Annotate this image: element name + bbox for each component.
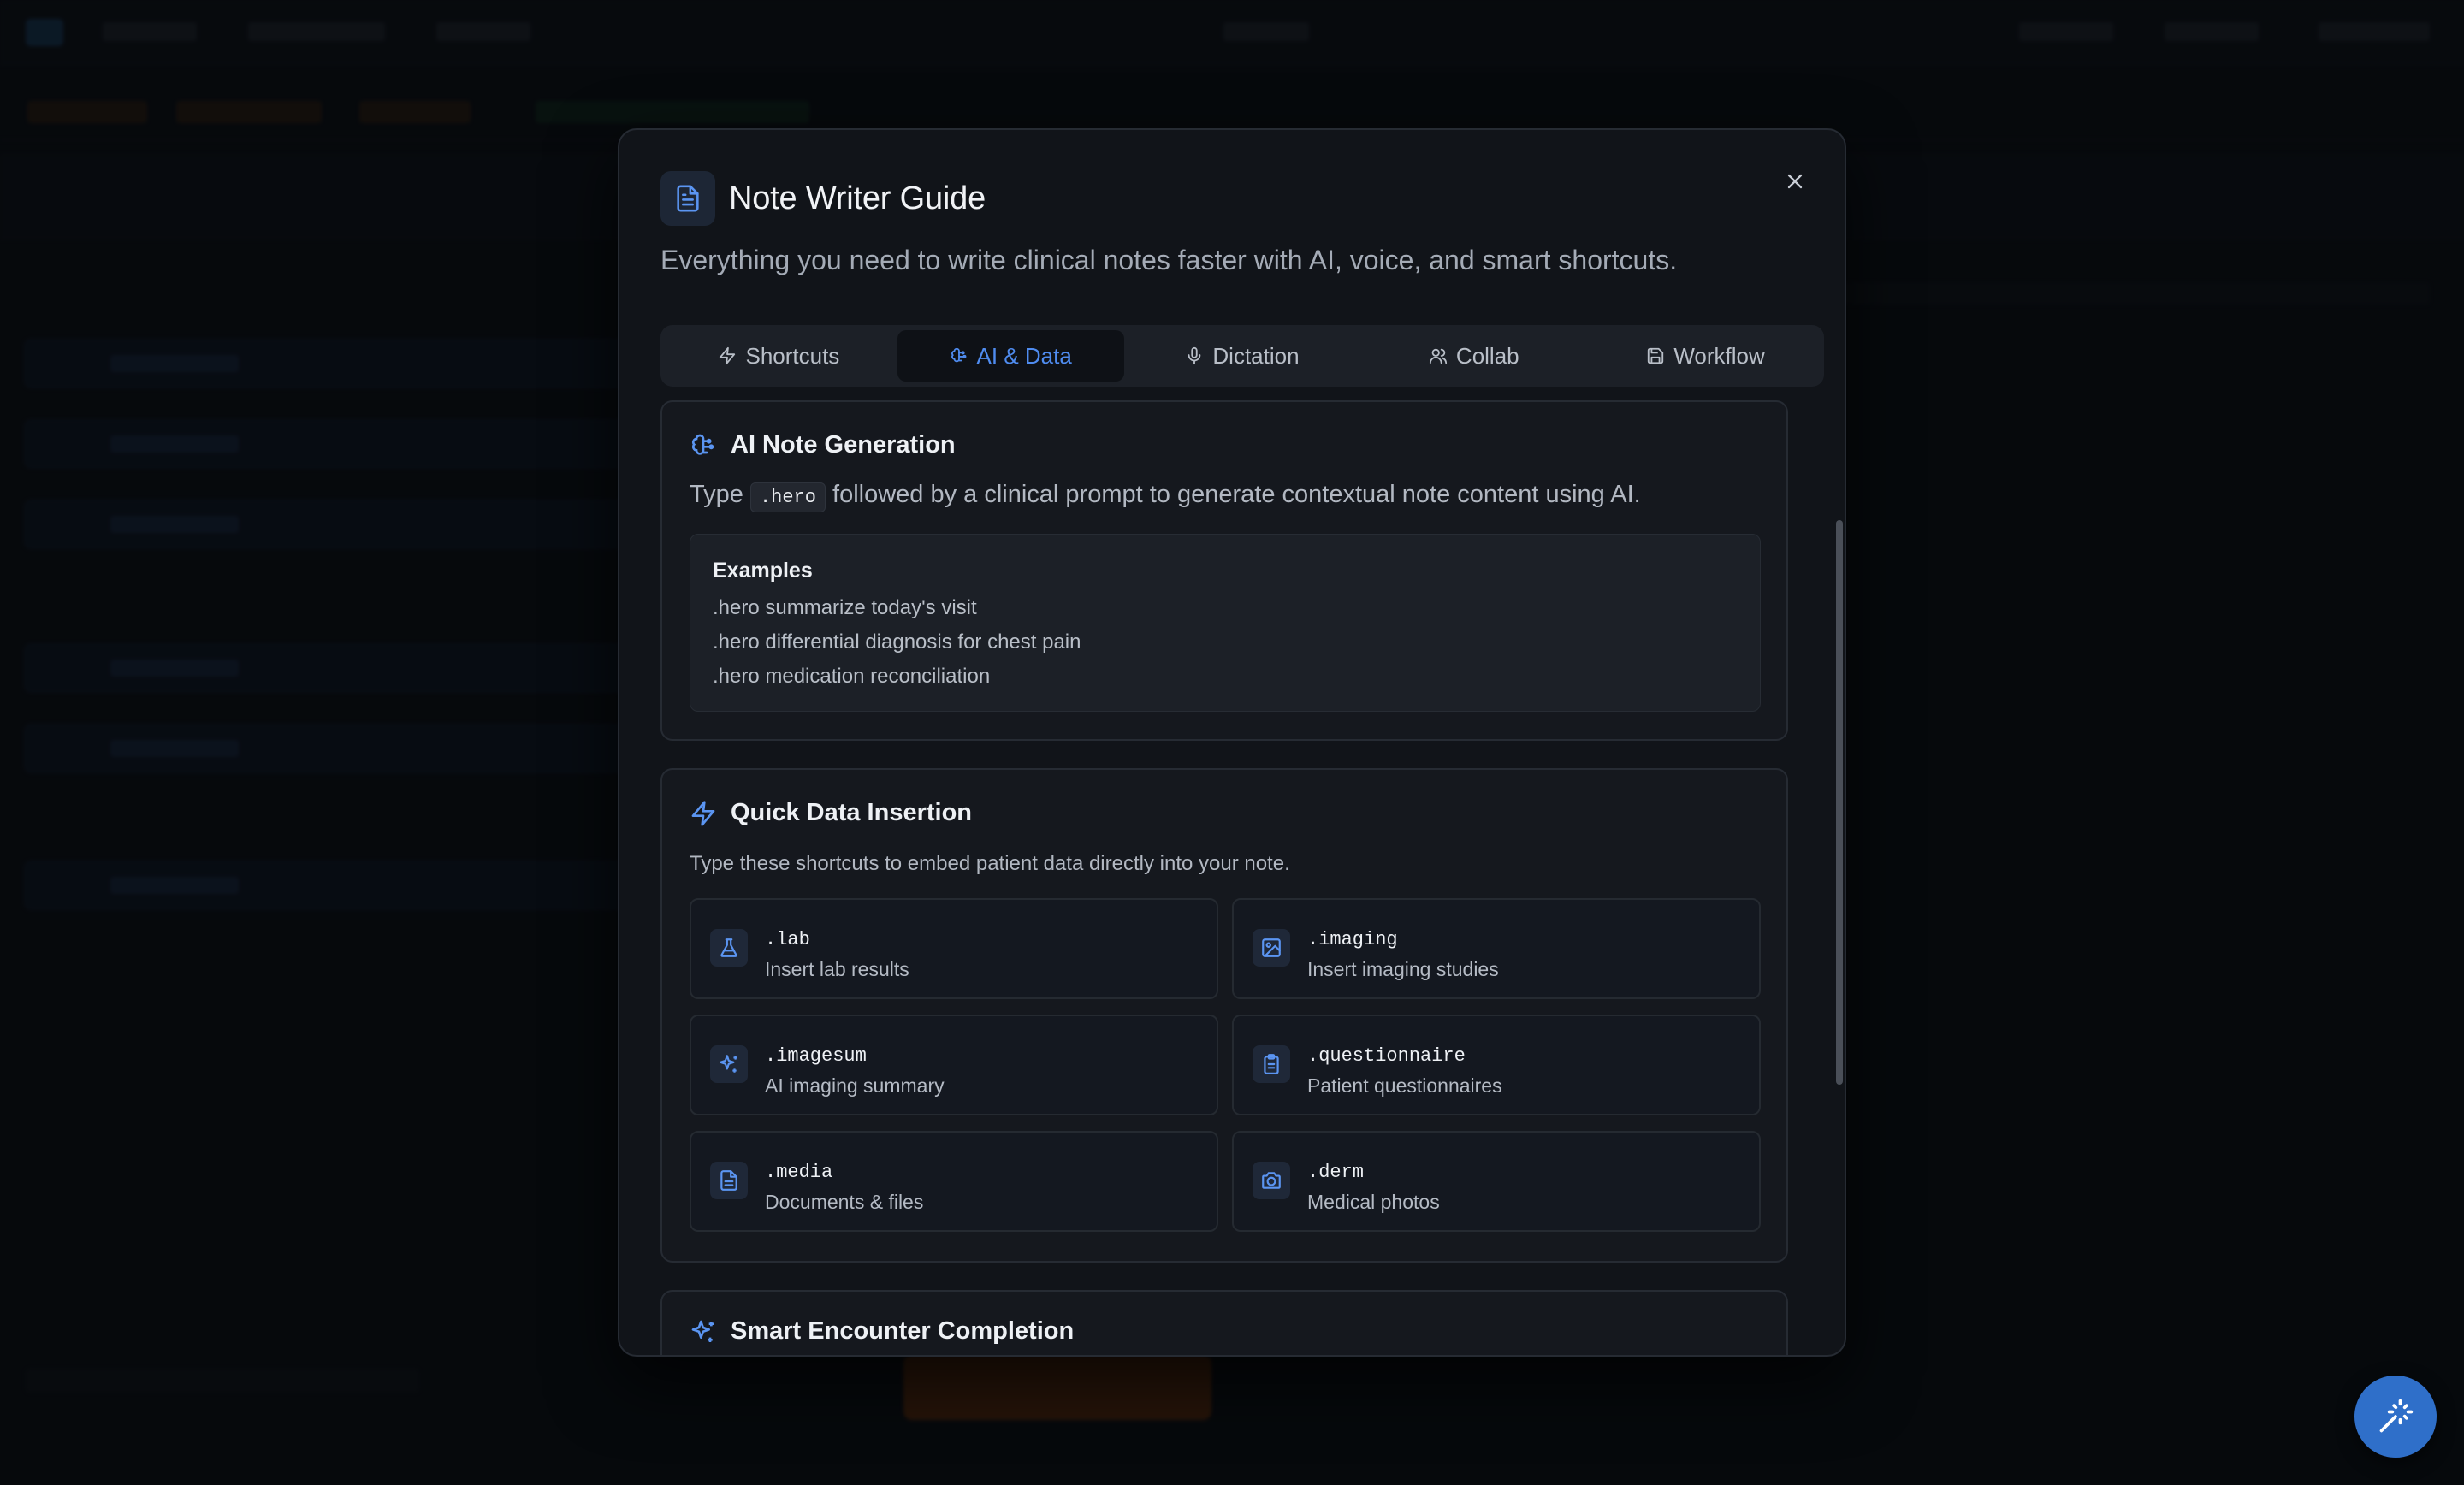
scrollbar-thumb[interactable] bbox=[1836, 520, 1843, 1085]
shortcut-label: Insert lab results bbox=[765, 958, 909, 980]
desc-suffix: followed by a clinical prompt to generat… bbox=[832, 481, 1641, 508]
modal-subtitle: Everything you need to write clinical no… bbox=[660, 245, 1678, 275]
quick-data-insertion-card: Quick Data Insertion Type these shortcut… bbox=[660, 768, 1788, 1263]
tab-collab[interactable]: Collab bbox=[1360, 330, 1587, 382]
tab-label: Workflow bbox=[1673, 342, 1765, 369]
shortcut-code: .questionnaire bbox=[1307, 1045, 1466, 1067]
magic-wand-button[interactable] bbox=[2354, 1376, 2437, 1458]
modal-title: Note Writer Guide bbox=[729, 180, 986, 216]
shortcut-code: .media bbox=[765, 1162, 833, 1183]
shortcut-label: Patient questionnaires bbox=[1307, 1074, 1502, 1097]
document-icon bbox=[660, 171, 715, 226]
examples-title: Examples bbox=[713, 559, 813, 583]
tab-dictation[interactable]: Dictation bbox=[1129, 330, 1356, 382]
tab-workflow[interactable]: Workflow bbox=[1592, 330, 1819, 382]
ai-card-description: Type .hero followed by a clinical prompt… bbox=[690, 481, 1641, 512]
example-item: .hero medication reconciliation bbox=[713, 665, 991, 688]
guide-content: AI Note Generation Type .hero followed b… bbox=[660, 400, 1807, 1355]
flask-icon bbox=[710, 929, 748, 967]
card-title: AI Note Generation bbox=[690, 431, 956, 459]
shortcut-code: .lab bbox=[765, 929, 810, 950]
shortcut-derm[interactable]: .derm Medical photos bbox=[1232, 1131, 1761, 1232]
tab-label: Collab bbox=[1455, 342, 1519, 369]
data-card-description: Type these shortcuts to embed patient da… bbox=[690, 852, 1290, 875]
shortcut-label: Insert imaging studies bbox=[1307, 958, 1499, 980]
example-item: .hero differential diagnosis for chest p… bbox=[713, 630, 1081, 654]
camera-icon bbox=[1253, 1162, 1290, 1199]
tab-label: Shortcuts bbox=[745, 342, 840, 369]
tab-label: AI & Data bbox=[976, 342, 1072, 369]
document-icon bbox=[710, 1162, 748, 1199]
shortcut-lab[interactable]: .lab Insert lab results bbox=[690, 898, 1218, 999]
shortcut-media[interactable]: .media Documents & files bbox=[690, 1131, 1218, 1232]
shortcut-label: AI imaging summary bbox=[765, 1074, 945, 1097]
lightning-icon bbox=[720, 346, 736, 365]
shortcut-imagesum[interactable]: .imagesum AI imaging summary bbox=[690, 1015, 1218, 1115]
lightning-icon bbox=[691, 800, 715, 826]
hero-command-code: .hero bbox=[749, 482, 826, 512]
card-title: Smart Encounter Completion bbox=[690, 1317, 1074, 1346]
shortcut-imaging[interactable]: .imaging Insert imaging studies bbox=[1232, 898, 1761, 999]
shortcut-label: Documents & files bbox=[765, 1191, 924, 1213]
clipboard-icon bbox=[1253, 1045, 1290, 1083]
shortcut-code: .derm bbox=[1307, 1162, 1365, 1183]
sparkles-icon bbox=[691, 1320, 714, 1342]
modal-scrollbar[interactable] bbox=[1834, 392, 1845, 1341]
data-card-title: Quick Data Insertion bbox=[731, 799, 973, 826]
modal-header: Note Writer Guide Everything you need to… bbox=[660, 171, 1804, 276]
note-writer-guide-modal: Note Writer Guide Everything you need to… bbox=[618, 128, 1846, 1357]
ai-card-title: AI Note Generation bbox=[731, 431, 956, 459]
card-title: Quick Data Insertion bbox=[690, 799, 972, 827]
shortcut-code: .imagesum bbox=[765, 1045, 867, 1067]
image-icon bbox=[1253, 929, 1290, 967]
save-icon bbox=[1648, 347, 1664, 364]
encounter-card-title: Smart Encounter Completion bbox=[731, 1317, 1075, 1345]
sparkles-icon bbox=[710, 1045, 748, 1083]
example-item: .hero summarize today's visit bbox=[713, 596, 977, 619]
users-icon bbox=[1429, 348, 1448, 364]
ai-note-generation-card: AI Note Generation Type .hero followed b… bbox=[660, 400, 1788, 741]
tab-label: Dictation bbox=[1212, 342, 1300, 369]
brain-icon bbox=[691, 434, 714, 455]
examples-box: Examples .hero summarize today's visit .… bbox=[690, 534, 1761, 712]
tab-shortcuts[interactable]: Shortcuts bbox=[666, 330, 892, 382]
shortcut-questionnaire[interactable]: .questionnaire Patient questionnaires bbox=[1232, 1015, 1761, 1115]
shortcut-code: .imaging bbox=[1307, 929, 1398, 950]
brain-icon bbox=[951, 347, 966, 363]
tab-ai-data[interactable]: AI & Data bbox=[897, 330, 1124, 382]
shortcut-label: Medical photos bbox=[1307, 1191, 1440, 1213]
microphone-icon bbox=[1188, 346, 1201, 365]
smart-encounter-card: Smart Encounter Completion bbox=[660, 1290, 1788, 1355]
desc-prefix: Type bbox=[690, 481, 743, 508]
guide-tabs: Shortcuts AI & Data Dictation Collab Wor… bbox=[660, 325, 1824, 387]
magic-wand-icon bbox=[2379, 1399, 2414, 1433]
